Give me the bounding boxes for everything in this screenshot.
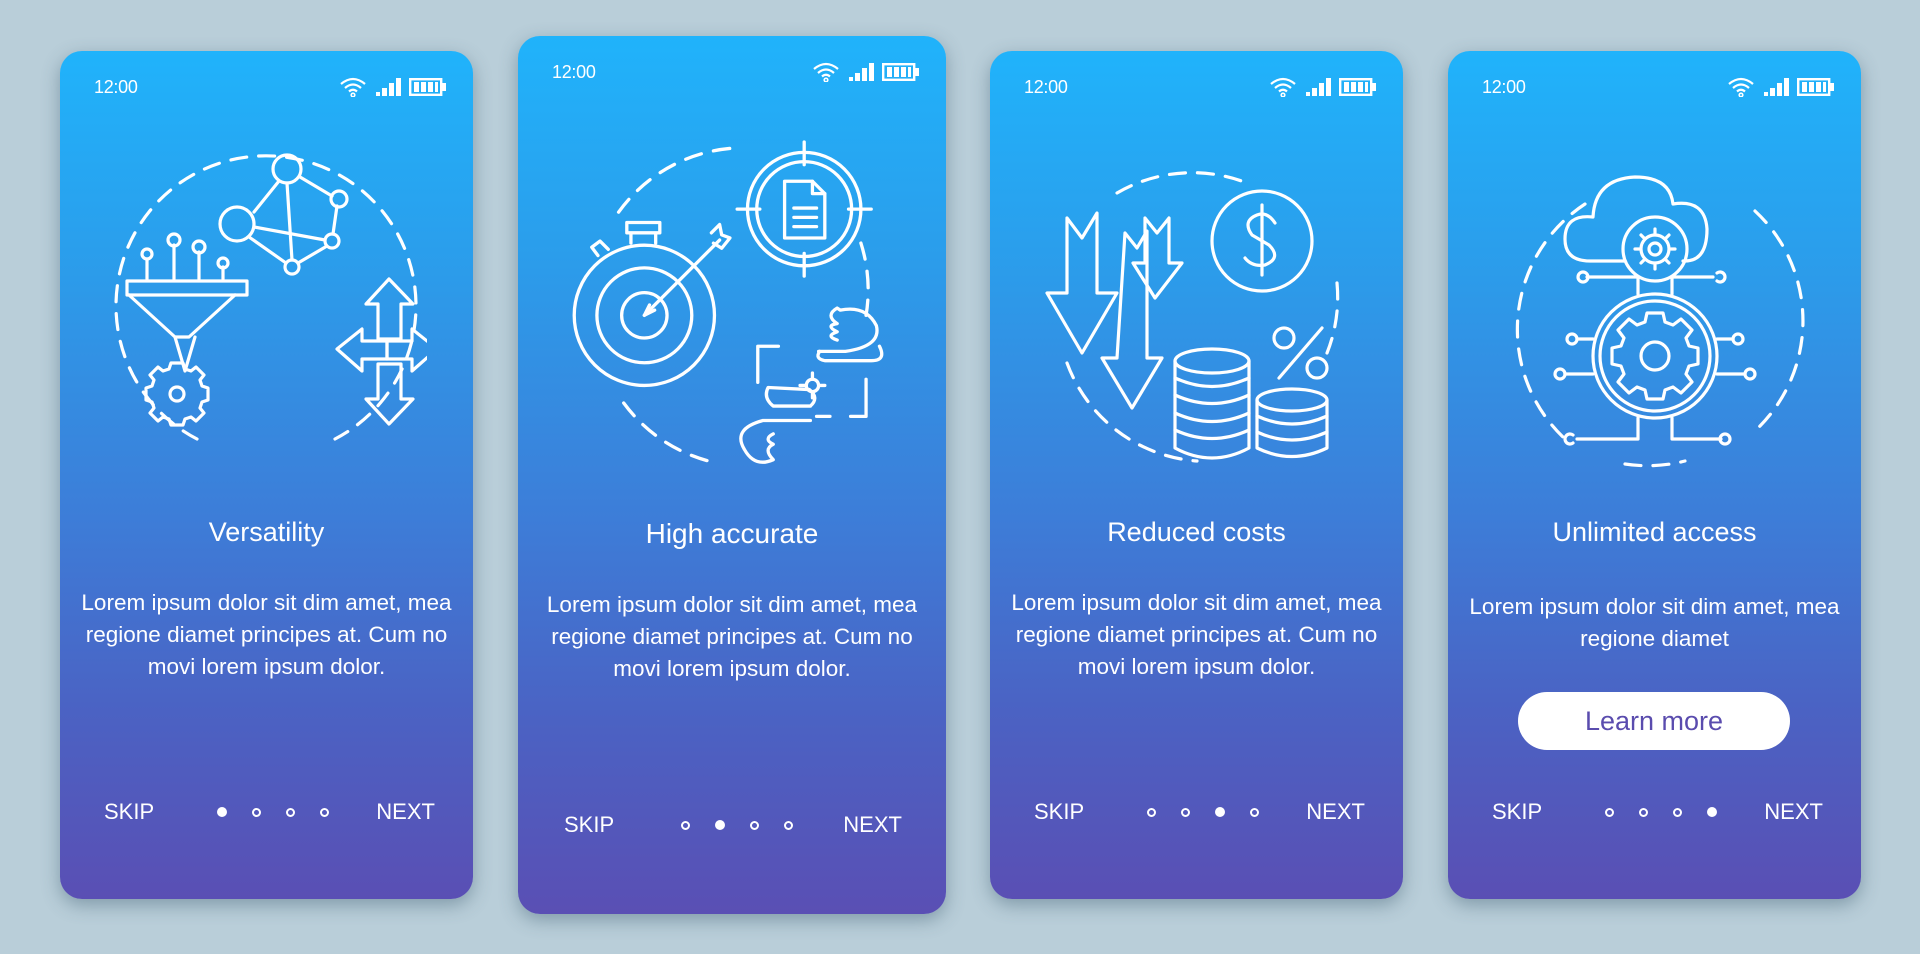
page-dot-2[interactable] [1639, 807, 1649, 817]
page-dot-4[interactable] [320, 807, 330, 817]
onboarding-nav: SKIP NEXT [1034, 797, 1365, 827]
signal-icon [1305, 77, 1331, 97]
percent-icon [1271, 326, 1329, 380]
reduced-costs-illustration [1037, 163, 1357, 483]
framing-hands-icon [739, 306, 884, 464]
status-bar: 12:00 [94, 75, 447, 99]
page-dot-3[interactable] [286, 807, 296, 817]
screen-description: Lorem ipsum dolor sit dim amet, mea regi… [546, 592, 918, 681]
battery-icon [882, 62, 920, 82]
screen-title: Versatility [208, 517, 325, 547]
versatility-illustration [107, 139, 439, 459]
page-dot-3[interactable] [1673, 807, 1683, 817]
cloud-gear-icon [1562, 175, 1709, 283]
status-bar: 12:00 [552, 60, 920, 84]
status-bar: 12:00 [1024, 75, 1377, 99]
signal-icon [1763, 77, 1789, 97]
stopwatch-target-icon [572, 220, 732, 388]
next-button[interactable]: NEXT [1306, 799, 1365, 825]
page-dot-1[interactable] [680, 820, 690, 830]
onboarding-screen-reduced-costs: 12:00 Reduced costs Lorem ipsum dolor si… [990, 51, 1403, 899]
screen-title: High accurate [645, 518, 819, 549]
accuracy-illustration [567, 140, 897, 470]
onboarding-screen-versatility: 12:00 Versatility Lorem ipsum dolor sit … [60, 51, 473, 899]
page-dot-3[interactable] [1215, 807, 1226, 817]
onboarding-nav: SKIP NEXT [564, 810, 902, 840]
next-button[interactable]: NEXT [843, 812, 902, 838]
page-dot-3[interactable] [749, 820, 759, 830]
page-dot-1[interactable] [1147, 807, 1157, 817]
screen-title: Unlimited access [1552, 517, 1757, 547]
page-dot-1[interactable] [1605, 807, 1615, 817]
onboarding-nav: SKIP NEXT [104, 797, 435, 827]
gear-hub-icon [1552, 270, 1757, 446]
onboarding-screen-high-accurate: 12:00 High accurate Lorem ipsum dolor si… [518, 36, 946, 914]
status-time: 12:00 [552, 61, 596, 82]
network-icon [217, 153, 349, 276]
document-target-icon [735, 140, 873, 278]
page-dot-2[interactable] [252, 807, 262, 817]
wifi-icon [1727, 77, 1755, 97]
skip-button[interactable]: SKIP [1034, 799, 1084, 825]
screen-description: Lorem ipsum dolor sit dim amet, mea regi… [1469, 594, 1840, 651]
onboarding-nav: SKIP NEXT [1492, 797, 1823, 827]
status-bar: 12:00 [1482, 75, 1835, 99]
status-time: 12:00 [1482, 76, 1526, 97]
battery-icon [409, 77, 447, 97]
page-dot-4[interactable] [783, 820, 793, 830]
coin-stack-icon [1172, 347, 1329, 460]
page-dot-2[interactable] [714, 820, 725, 830]
page-dot-4[interactable] [1250, 807, 1260, 817]
screen-description: Lorem ipsum dolor sit dim amet, mea regi… [81, 590, 452, 679]
skip-button[interactable]: SKIP [1492, 799, 1542, 825]
page-dot-2[interactable] [1181, 807, 1191, 817]
page-indicator [217, 807, 330, 817]
onboarding-screen-unlimited-access: 12:00 Unlimited access Lorem ipsum dolor… [1448, 51, 1861, 899]
page-dot-4[interactable] [1707, 807, 1718, 817]
next-button[interactable]: NEXT [1764, 799, 1823, 825]
page-indicator [680, 820, 793, 830]
signal-icon [848, 62, 874, 82]
page-indicator [1147, 807, 1260, 817]
wifi-icon [339, 77, 367, 97]
battery-icon [1339, 77, 1377, 97]
battery-icon [1797, 77, 1835, 97]
learn-more-button[interactable]: Learn more [1518, 692, 1790, 750]
dollar-coin-icon [1209, 189, 1314, 293]
signal-icon [375, 77, 401, 97]
status-time: 12:00 [1024, 76, 1068, 97]
next-button[interactable]: NEXT [376, 799, 435, 825]
wifi-icon [812, 62, 840, 82]
skip-button[interactable]: SKIP [564, 812, 614, 838]
page-indicator [1605, 807, 1718, 817]
funnel-icon [124, 232, 249, 373]
gear-icon [143, 361, 210, 427]
down-arrows-icon [1044, 211, 1184, 410]
unlimited-access-illustration [1495, 149, 1815, 469]
status-time: 12:00 [94, 76, 138, 97]
skip-button[interactable]: SKIP [104, 799, 154, 825]
page-dot-1[interactable] [217, 807, 228, 817]
screen-description: Lorem ipsum dolor sit dim amet, mea regi… [1011, 590, 1382, 679]
screen-title: Reduced costs [1107, 517, 1286, 547]
wifi-icon [1269, 77, 1297, 97]
